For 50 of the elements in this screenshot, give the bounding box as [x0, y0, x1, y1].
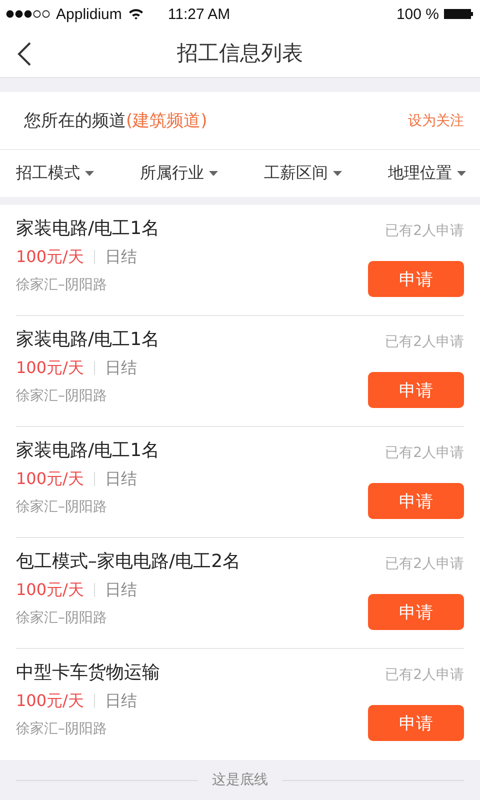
settlement-type: 日结	[104, 579, 137, 601]
caret-icon	[209, 171, 218, 176]
job-pay: 100元/天	[16, 246, 84, 268]
applicant-count: 已有2人申请	[385, 333, 464, 352]
channel-name: (建筑频道)	[126, 110, 208, 132]
channel-label: 您所在的频道	[24, 110, 126, 132]
job-pay: 100元/天	[16, 690, 84, 712]
job-title: 家装电路/电工1名	[16, 328, 160, 352]
end-of-list-text: 这是底线	[212, 771, 268, 789]
filter-dropdown[interactable]: 工薪区间	[264, 163, 342, 184]
settlement-type: 日结	[104, 357, 137, 379]
job-pay: 100元/天	[16, 468, 84, 490]
applicant-count: 已有2人申请	[385, 555, 464, 574]
caret-icon	[85, 171, 94, 176]
job-title: 包工模式–家电电路/电工2名	[16, 550, 241, 574]
job-pay: 100元/天	[16, 579, 84, 601]
applicant-count: 已有2人申请	[385, 222, 464, 241]
apply-button[interactable]: 申请	[368, 372, 464, 408]
caret-icon	[333, 171, 342, 176]
job-location: 徐家汇–阴阳路	[16, 609, 108, 628]
wifi-icon	[128, 8, 144, 20]
battery-percent: 100 %	[396, 6, 439, 22]
job-title: 家装电路/电工1名	[16, 217, 160, 241]
job-location: 徐家汇–阴阳路	[16, 498, 108, 517]
apply-button[interactable]: 申请	[368, 705, 464, 741]
status-time: 11:27 AM	[168, 6, 230, 22]
job-location: 徐家汇–阴阳路	[16, 276, 108, 295]
applicant-count: 已有2人申请	[385, 666, 464, 685]
job-title: 中型卡车货物运输	[16, 661, 160, 685]
follow-link[interactable]: 设为关注	[408, 112, 464, 130]
filter-dropdown[interactable]: 所属行业	[140, 163, 218, 184]
battery-icon	[444, 8, 474, 20]
job-location: 徐家汇–阴阳路	[16, 387, 108, 406]
filter-dropdown[interactable]: 招工模式	[16, 163, 94, 184]
settlement-type: 日结	[104, 246, 137, 268]
job-title: 家装电路/电工1名	[16, 439, 160, 463]
job-location: 徐家汇–阴阳路	[16, 720, 108, 739]
settlement-type: 日结	[104, 468, 137, 490]
settlement-type: 日结	[104, 690, 137, 712]
signal-icon	[6, 10, 52, 18]
job-pay: 100元/天	[16, 357, 84, 379]
apply-button[interactable]: 申请	[368, 594, 464, 630]
apply-button[interactable]: 申请	[368, 483, 464, 519]
page-title: 招工信息列表	[177, 40, 303, 66]
apply-button[interactable]: 申请	[368, 261, 464, 297]
caret-icon	[457, 171, 466, 176]
back-icon[interactable]	[16, 42, 32, 66]
carrier-name: Applidium	[56, 6, 122, 22]
filter-dropdown[interactable]: 地理位置	[388, 163, 466, 184]
applicant-count: 已有2人申请	[385, 444, 464, 463]
